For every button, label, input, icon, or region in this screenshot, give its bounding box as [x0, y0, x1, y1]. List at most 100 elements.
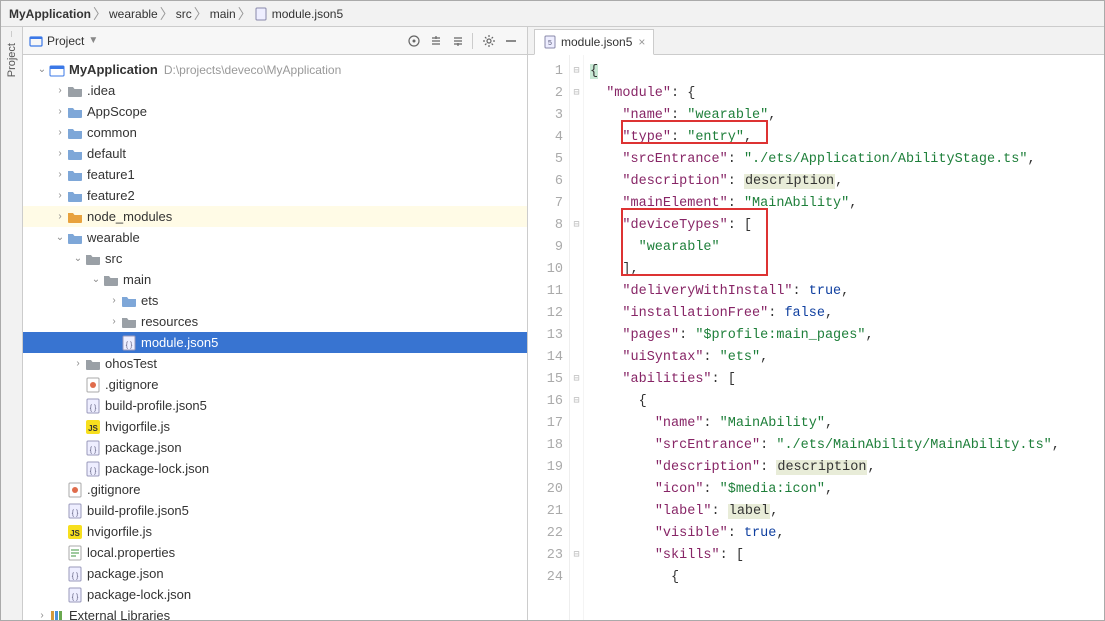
- chevron-right-icon[interactable]: ›: [71, 358, 85, 369]
- tree-item[interactable]: JShvigorfile.js: [23, 521, 527, 542]
- breadcrumb-label: main: [210, 7, 236, 21]
- tree-item[interactable]: ›ets: [23, 290, 527, 311]
- code-line[interactable]: "module": {: [590, 83, 1104, 105]
- code-line[interactable]: "deliveryWithInstall": true,: [590, 281, 1104, 303]
- code-line[interactable]: "deviceTypes": [: [590, 215, 1104, 237]
- editor-body[interactable]: 123456789101112131415161718192021222324 …: [528, 55, 1104, 620]
- chevron-down-icon[interactable]: ⌄: [35, 64, 49, 75]
- project-tree[interactable]: ⌄MyApplicationD:\projects\deveco\MyAppli…: [23, 55, 527, 620]
- expand-all-button[interactable]: [426, 31, 446, 51]
- tree-item[interactable]: ⌄main: [23, 269, 527, 290]
- tree-item[interactable]: ›External Libraries: [23, 605, 527, 620]
- project-view-title[interactable]: Project: [47, 34, 84, 48]
- code-line[interactable]: "type": "entry",: [590, 127, 1104, 149]
- tree-item[interactable]: ›node_modules: [23, 206, 527, 227]
- chevron-right-icon[interactable]: ›: [107, 295, 121, 306]
- tree-item[interactable]: ›common: [23, 122, 527, 143]
- chevron-down-icon[interactable]: ⌄: [89, 274, 103, 285]
- select-opened-file-button[interactable]: [404, 31, 424, 51]
- svg-text:JS: JS: [70, 529, 80, 538]
- tree-item[interactable]: ⌄src: [23, 248, 527, 269]
- tree-item[interactable]: ›resources: [23, 311, 527, 332]
- folder-dk-icon: [67, 83, 83, 99]
- code-line[interactable]: "pages": "$profile:main_pages",: [590, 325, 1104, 347]
- code-line[interactable]: "srcEntrance": "./ets/MainAbility/MainAb…: [590, 435, 1104, 457]
- tree-item[interactable]: { }build-profile.json5: [23, 500, 527, 521]
- code-line[interactable]: "skills": [: [590, 545, 1104, 567]
- tree-item-label: feature2: [87, 188, 135, 203]
- code-line[interactable]: "wearable": [590, 237, 1104, 259]
- chevron-right-icon[interactable]: ›: [53, 106, 67, 117]
- project-view-dropdown-icon[interactable]: ▼: [88, 35, 98, 46]
- code-line[interactable]: "icon": "$media:icon",: [590, 479, 1104, 501]
- code-line[interactable]: "description": description,: [590, 457, 1104, 479]
- project-tool-tab[interactable]: Project: [6, 37, 18, 83]
- code-line[interactable]: "installationFree": false,: [590, 303, 1104, 325]
- code-line[interactable]: "label": label,: [590, 501, 1104, 523]
- code-line[interactable]: "mainElement": "MainAbility",: [590, 193, 1104, 215]
- chevron-right-icon[interactable]: ›: [35, 610, 49, 620]
- tree-item[interactable]: { }build-profile.json5: [23, 395, 527, 416]
- code-line[interactable]: "name": "wearable",: [590, 105, 1104, 127]
- tree-item[interactable]: .gitignore: [23, 374, 527, 395]
- settings-button[interactable]: [479, 31, 499, 51]
- tree-item[interactable]: { }module.json5: [23, 332, 527, 353]
- tree-item[interactable]: ›default: [23, 143, 527, 164]
- collapse-all-button[interactable]: [448, 31, 468, 51]
- close-tab-icon[interactable]: ×: [638, 35, 645, 49]
- code-line[interactable]: ],: [590, 259, 1104, 281]
- chevron-down-icon[interactable]: ⌄: [71, 253, 85, 264]
- tree-item[interactable]: { }package.json: [23, 437, 527, 458]
- tree-item[interactable]: .gitignore: [23, 479, 527, 500]
- hide-panel-button[interactable]: [501, 31, 521, 51]
- chevron-right-icon[interactable]: ›: [53, 169, 67, 180]
- code-line[interactable]: "uiSyntax": "ets",: [590, 347, 1104, 369]
- folder-bl-icon: [67, 167, 83, 183]
- tree-item[interactable]: › feature2: [23, 185, 527, 206]
- json-icon: { }: [85, 440, 101, 456]
- code-line[interactable]: "description": description,: [590, 171, 1104, 193]
- folder-gr-icon: [121, 314, 137, 330]
- tree-item[interactable]: ›AppScope: [23, 101, 527, 122]
- tree-item-label: .gitignore: [105, 377, 158, 392]
- chevron-right-icon[interactable]: ›: [53, 148, 67, 159]
- code-line[interactable]: "abilities": [: [590, 369, 1104, 391]
- editor-area: 5 module.json5 × 12345678910111213141516…: [528, 27, 1104, 620]
- tree-item[interactable]: { }package-lock.json: [23, 584, 527, 605]
- tree-item[interactable]: ⌄wearable: [23, 227, 527, 248]
- json-icon: { }: [85, 461, 101, 477]
- breadcrumb-separator-icon: 〉: [194, 7, 208, 21]
- tree-item[interactable]: ›.idea: [23, 80, 527, 101]
- breadcrumb-item[interactable]: wearable: [109, 7, 158, 21]
- svg-text:{ }: { }: [90, 405, 97, 412]
- breadcrumb-item[interactable]: main: [210, 7, 236, 21]
- editor-tab-module-json5[interactable]: 5 module.json5 ×: [534, 29, 654, 55]
- breadcrumb-separator-icon: 〉: [93, 7, 107, 21]
- code-line[interactable]: {: [590, 61, 1104, 83]
- code-line[interactable]: {: [590, 567, 1104, 589]
- breadcrumb-item[interactable]: module.json5: [254, 7, 343, 21]
- code-content[interactable]: { "module": { "name": "wearable", "type"…: [584, 55, 1104, 620]
- breadcrumb-item[interactable]: src: [176, 7, 192, 21]
- tree-item[interactable]: JShvigorfile.js: [23, 416, 527, 437]
- chevron-right-icon[interactable]: ›: [53, 85, 67, 96]
- code-line[interactable]: "name": "MainAbility",: [590, 413, 1104, 435]
- tree-item[interactable]: ›feature1: [23, 164, 527, 185]
- code-line[interactable]: "visible": true,: [590, 523, 1104, 545]
- tree-item[interactable]: { } package-lock.json: [23, 458, 527, 479]
- json5-icon: { }: [121, 335, 137, 351]
- fold-gutter[interactable]: ⊟⊟⊟⊟⊟⊟: [570, 55, 584, 620]
- breadcrumb-item[interactable]: MyApplication: [9, 7, 91, 21]
- chevron-right-icon[interactable]: ›: [53, 211, 67, 222]
- chevron-down-icon[interactable]: ⌄: [53, 232, 67, 243]
- chevron-right-icon[interactable]: ›: [53, 190, 67, 201]
- tree-item[interactable]: ⌄MyApplicationD:\projects\deveco\MyAppli…: [23, 59, 527, 80]
- tree-item[interactable]: local.properties: [23, 542, 527, 563]
- chevron-right-icon[interactable]: ›: [107, 316, 121, 327]
- code-line[interactable]: {: [590, 391, 1104, 413]
- tree-item[interactable]: { }package.json: [23, 563, 527, 584]
- code-line[interactable]: "srcEntrance": "./ets/Application/Abilit…: [590, 149, 1104, 171]
- tree-item[interactable]: ›ohosTest: [23, 353, 527, 374]
- chevron-right-icon[interactable]: ›: [53, 127, 67, 138]
- tree-item-label: package-lock.json: [105, 461, 209, 476]
